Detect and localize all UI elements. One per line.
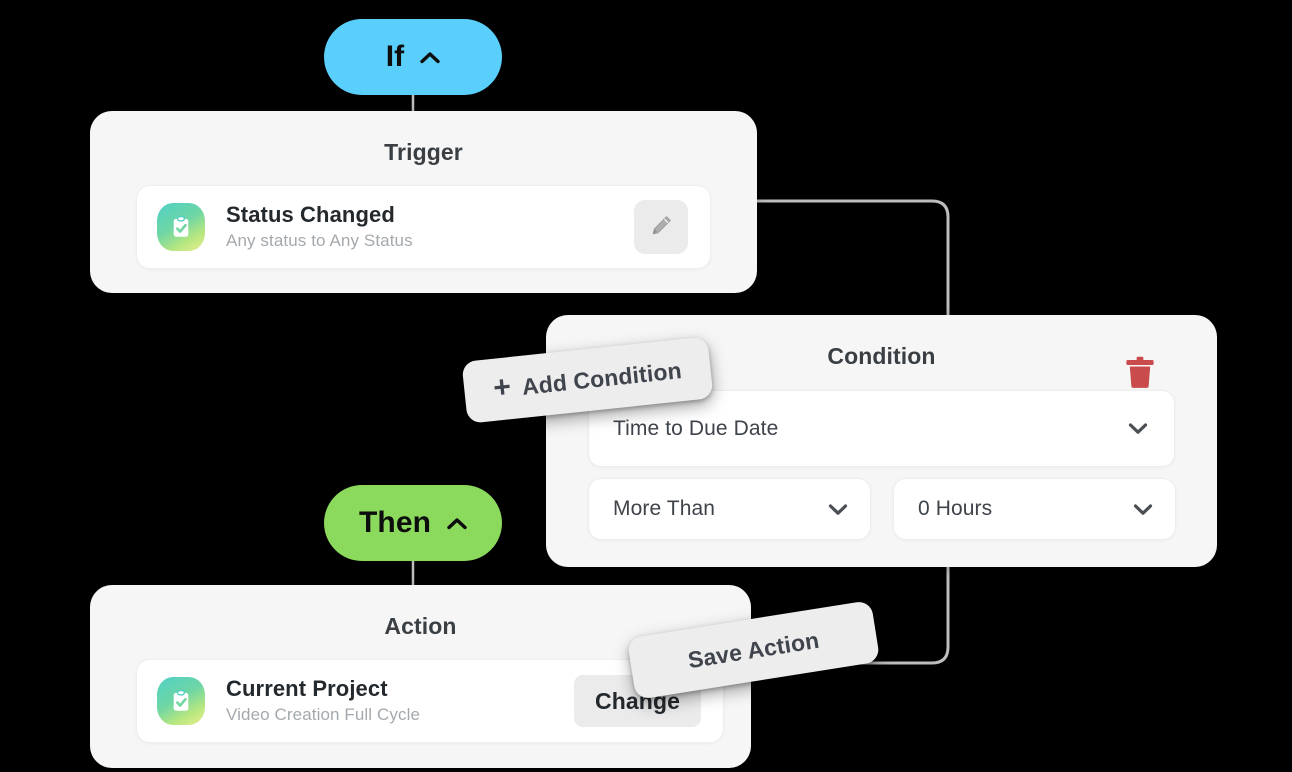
action-card-title: Action: [384, 613, 457, 639]
chevron-up-icon: [447, 517, 467, 530]
pencil-icon: [649, 213, 674, 241]
delete-condition-button[interactable]: [1123, 355, 1157, 391]
clipboard-check-icon: [157, 677, 205, 725]
automation-builder-canvas: If Trigger Status Changed Any status to …: [0, 0, 1292, 772]
trigger-item-title: Status Changed: [226, 201, 395, 227]
condition-value-select[interactable]: 0 Hours: [893, 478, 1176, 540]
edit-trigger-button[interactable]: [634, 200, 688, 254]
trigger-card: Trigger Status Changed Any status to Any…: [90, 111, 757, 293]
chevron-down-icon: [1133, 503, 1153, 516]
action-item-texts: Current Project Video Creation Full Cycl…: [226, 676, 574, 727]
save-action-label: Save Action: [685, 626, 821, 673]
branch-pill-if-label: If: [385, 40, 405, 73]
branch-pill-if[interactable]: If: [324, 19, 502, 95]
plus-icon: +: [491, 370, 513, 405]
condition-field-value: Time to Due Date: [613, 416, 779, 440]
trigger-card-title: Trigger: [384, 139, 463, 165]
condition-operator-value: More Than: [613, 497, 716, 520]
branch-pill-then-label: Then: [358, 506, 432, 539]
branch-pill-then[interactable]: Then: [324, 485, 502, 561]
chevron-down-icon: [1128, 422, 1148, 435]
action-item-title: Current Project: [226, 675, 388, 701]
trigger-item-texts: Status Changed Any status to Any Status: [226, 202, 634, 253]
add-condition-label: Add Condition: [520, 356, 683, 400]
chevron-up-icon: [420, 51, 440, 64]
trigger-item-row[interactable]: Status Changed Any status to Any Status: [136, 185, 711, 269]
chevron-down-icon: [828, 503, 848, 516]
condition-operator-select[interactable]: More Than: [588, 478, 871, 540]
action-item-subtitle: Video Creation Full Cycle: [226, 704, 420, 724]
clipboard-check-icon: [157, 203, 205, 251]
condition-value-value: 0 Hours: [918, 497, 993, 520]
trigger-item-subtitle: Any status to Any Status: [226, 230, 413, 250]
